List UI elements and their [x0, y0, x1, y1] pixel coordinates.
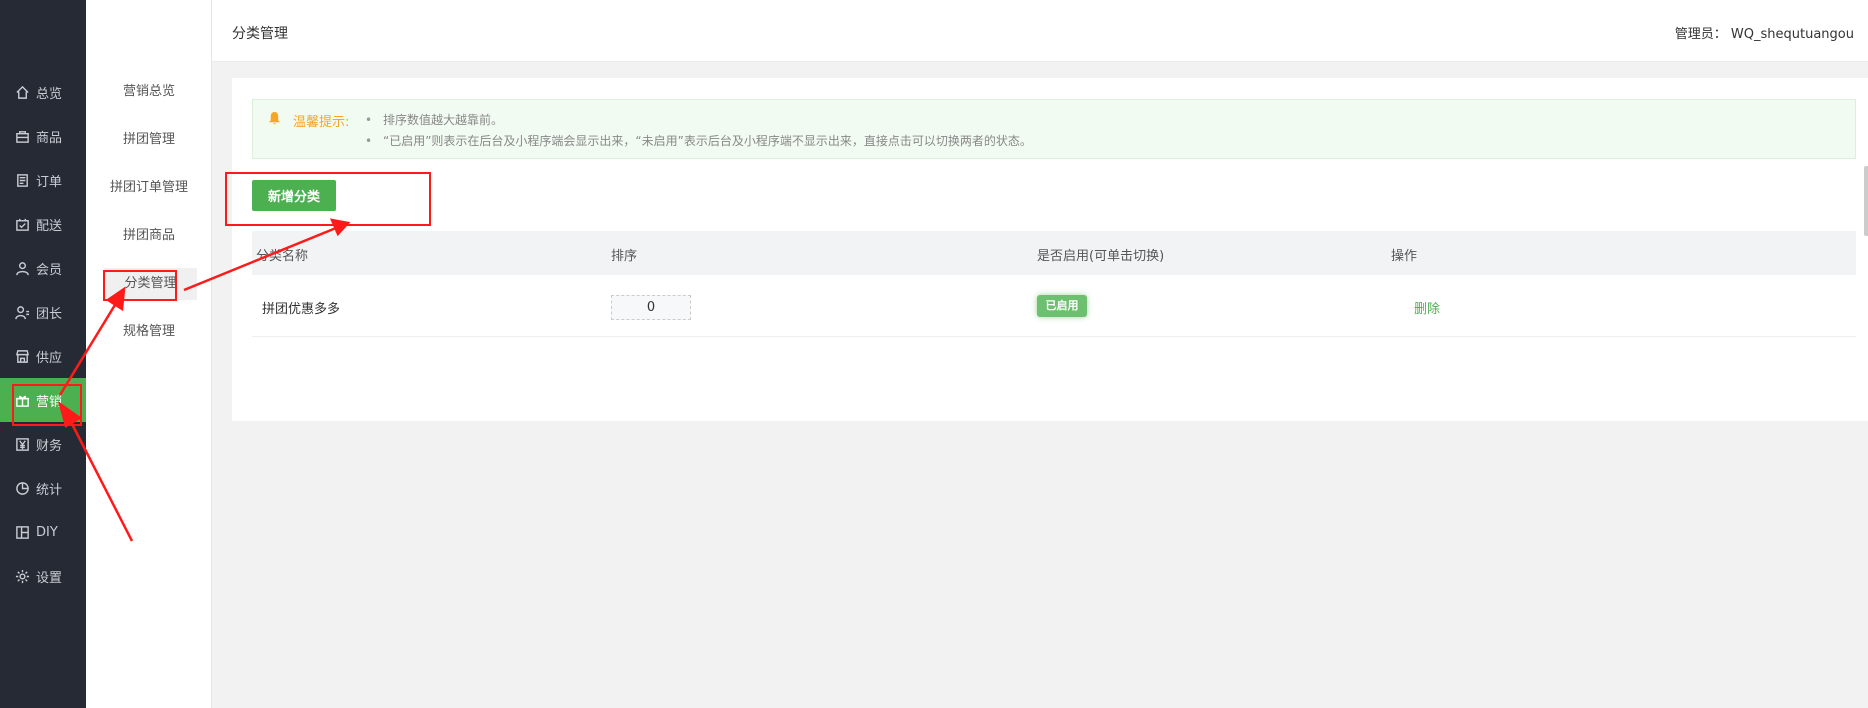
delete-link[interactable]: 删除: [1414, 298, 1440, 317]
subnav-item-group-buy[interactable]: 拼团管理: [86, 124, 212, 156]
home-icon: [14, 84, 30, 100]
sidebar-item-leaders[interactable]: 团长: [0, 290, 86, 334]
subnav-item-marketing-overview[interactable]: 营销总览: [86, 76, 212, 108]
table-row: 拼团优惠多多 0 已启用 删除: [252, 275, 1856, 337]
main-sidebar: 总览 商品 订单 配送 会员 团长 供应 营销 财务 统计 DIY 设置: [0, 0, 86, 708]
order-icon: [14, 172, 30, 188]
layout-icon: [14, 524, 30, 540]
sidebar-item-label: 营销: [36, 394, 63, 410]
subnav-item-group-goods[interactable]: 拼团商品: [86, 220, 212, 252]
sidebar-item-label: 财务: [36, 438, 63, 454]
admin-user[interactable]: 管理员： WQ_shequtuangou: [1675, 23, 1854, 42]
notice-tip: “已启用”则表示在后台及小程序端会显示出来，“未启用”表示后台及小程序端不显示出…: [361, 131, 1032, 152]
sidebar-item-label: DIY: [36, 524, 58, 540]
gift-icon: [14, 392, 30, 408]
bell-icon: [267, 111, 283, 127]
yen-icon: [14, 436, 30, 452]
sidebar-item-diy[interactable]: DIY: [0, 510, 86, 554]
sidebar-item-orders[interactable]: 订单: [0, 158, 86, 202]
notice-list: 排序数值越大越靠前。 “已启用”则表示在后台及小程序端会显示出来，“未启用”表示…: [361, 110, 1032, 152]
main-panel: 温馨提示: 排序数值越大越靠前。 “已启用”则表示在后台及小程序端会显示出来，“…: [232, 78, 1868, 421]
pie-chart-icon: [14, 480, 30, 496]
sidebar-item-label: 统计: [36, 482, 63, 498]
page-title: 分类管理: [232, 26, 288, 42]
table-header: 分类名称 排序 是否启用(可单击切换) 操作: [252, 231, 1856, 275]
sidebar-item-label: 设置: [36, 570, 63, 586]
top-header: 分类管理 管理员： WQ_shequtuangou: [212, 0, 1868, 62]
column-header-action: 操作: [1391, 249, 1418, 264]
sidebar-item-label: 团长: [36, 306, 63, 322]
sidebar-item-members[interactable]: 会员: [0, 246, 86, 290]
sidebar-item-label: 总览: [36, 86, 63, 102]
sidebar-item-label: 商品: [36, 130, 63, 146]
user-icon: [14, 260, 30, 276]
category-name: 拼团优惠多多: [262, 302, 341, 317]
notice-label: 温馨提示:: [293, 115, 350, 130]
sidebar-item-supply[interactable]: 供应: [0, 334, 86, 378]
add-category-button[interactable]: 新增分类: [252, 180, 336, 211]
subnav-item-spec[interactable]: 规格管理: [86, 316, 212, 348]
sidebar-item-settings[interactable]: 设置: [0, 554, 86, 598]
box-icon: [14, 128, 30, 144]
sidebar-item-overview[interactable]: 总览: [0, 70, 86, 114]
subnav-item-category[interactable]: 分类管理: [104, 268, 197, 300]
sidebar-item-label: 配送: [36, 218, 63, 234]
leader-icon: [14, 304, 30, 320]
sub-sidebar: 营销总览 拼团管理 拼团订单管理 拼团商品 分类管理 规格管理: [86, 0, 212, 708]
tips-notice: 温馨提示: 排序数值越大越靠前。 “已启用”则表示在后台及小程序端会显示出来，“…: [252, 99, 1856, 159]
sidebar-item-marketing[interactable]: 营销: [0, 378, 86, 422]
subnav-item-group-orders[interactable]: 拼团订单管理: [86, 172, 212, 204]
sidebar-item-finance[interactable]: 财务: [0, 422, 86, 466]
column-header-sort: 排序: [611, 249, 638, 264]
sidebar-item-statistics[interactable]: 统计: [0, 466, 86, 510]
notice-tip: 排序数值越大越靠前。: [361, 110, 1032, 131]
sidebar-item-goods[interactable]: 商品: [0, 114, 86, 158]
sidebar-item-delivery[interactable]: 配送: [0, 202, 86, 246]
sidebar-item-label: 订单: [36, 174, 63, 190]
sidebar-item-label: 供应: [36, 350, 63, 366]
status-toggle-badge[interactable]: 已启用: [1037, 295, 1087, 317]
sidebar-item-label: 会员: [36, 262, 63, 278]
delivery-icon: [14, 216, 30, 232]
store-icon: [14, 348, 30, 364]
side-scroll-handle[interactable]: [1864, 166, 1868, 236]
column-header-status: 是否启用(可单击切换): [1037, 249, 1165, 264]
sort-input[interactable]: 0: [611, 295, 691, 320]
gear-icon: [14, 568, 30, 584]
column-header-name: 分类名称: [256, 249, 309, 264]
